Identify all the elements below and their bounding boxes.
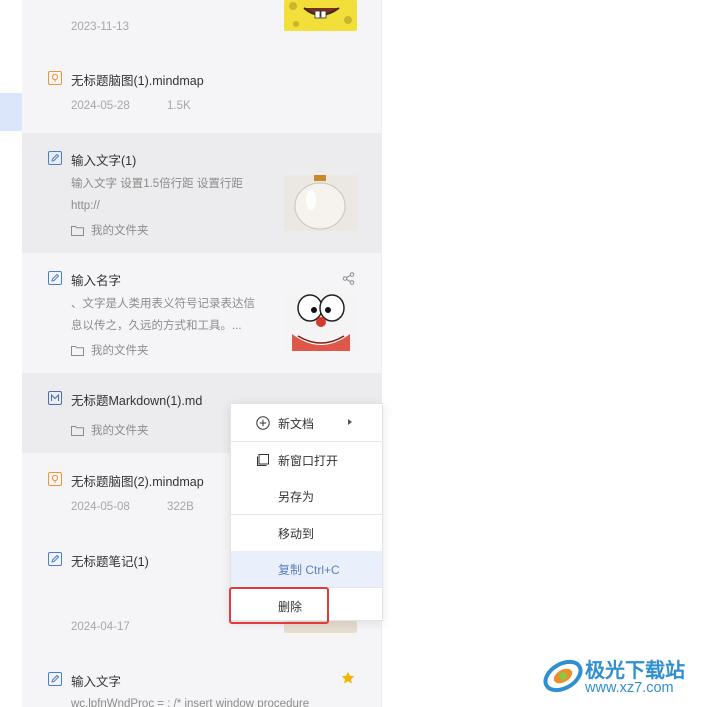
item-size: 1.5K <box>167 100 191 112</box>
menu-item-label: 新文档 <box>278 416 315 431</box>
folder-icon <box>71 345 84 356</box>
menu-item-new-document[interactable]: 新文档 <box>231 405 382 441</box>
markdown-icon <box>48 391 62 405</box>
plus-circle-icon <box>256 416 270 430</box>
thumbnail-spongebob <box>284 0 357 31</box>
app-window: 2023-11-13 无标题脑图(1).mindmap 2024-05-28 1… <box>0 0 701 707</box>
list-item[interactable]: 2023-11-13 <box>22 0 381 52</box>
thumbnail-bottle <box>284 175 357 231</box>
item-title: 无标题Markdown(1).md <box>71 394 203 408</box>
item-snippet: 输入文字 设置1.5倍行距 设置行距 http:// <box>71 178 243 212</box>
item-date: 2024-05-08 <box>71 501 130 513</box>
item-title: 输入文字 <box>71 675 122 689</box>
watermark-url: www.xz7.com <box>585 680 674 696</box>
item-date: 2024-05-28 <box>71 100 130 112</box>
item-title: 无标题脑图(2).mindmap <box>71 475 204 489</box>
menu-item-copy[interactable]: 复制 Ctrl+C <box>231 551 382 587</box>
folder-label: 我的文件夹 <box>91 225 149 237</box>
list-item[interactable]: 输入文字(1) 输入文字 设置1.5倍行距 设置行距 http:// 我的文件夹 <box>22 133 381 253</box>
thumbnail-doraemon <box>284 294 357 351</box>
folder-icon <box>71 425 84 436</box>
item-size: 322B <box>167 501 194 513</box>
menu-item-open-new-window[interactable]: 新窗口打开 <box>231 442 382 478</box>
list-item[interactable]: 无标题脑图(1).mindmap 2024-05-28 1.5K <box>22 52 381 133</box>
note-icon <box>48 672 62 686</box>
submenu-arrow-icon <box>348 419 352 425</box>
item-date: 2024-04-17 <box>71 621 130 633</box>
star-icon[interactable] <box>341 671 355 685</box>
list-item[interactable]: 输入文字 wc.lpfnWndProc = ; /* insert window… <box>22 653 381 707</box>
item-date: 2023-11-13 <box>71 21 129 33</box>
list-item[interactable]: 输入名字 、文字是人类用表义符号记录表达信息以传之，久远的方式和工具。... 我… <box>22 253 381 373</box>
menu-item-label: 复制 Ctrl+C <box>278 562 340 577</box>
folder-label: 我的文件夹 <box>91 425 149 437</box>
mindmap-icon <box>48 71 62 85</box>
mindmap-icon <box>48 472 62 486</box>
item-snippet: wc.lpfnWndProc = ; /* insert window proc… <box>71 698 310 707</box>
watermark: 极光下载站 www.xz7.com <box>542 652 692 702</box>
item-folder: 我的文件夹 <box>71 222 149 238</box>
note-icon <box>48 151 62 165</box>
item-title: 无标题笔记(1) <box>71 555 149 569</box>
note-icon <box>48 271 62 285</box>
folder-icon <box>71 225 84 236</box>
menu-item-label: 新窗口打开 <box>278 453 339 468</box>
watermark-title: 极光下载站 <box>585 658 685 682</box>
sidebar-active-item[interactable] <box>0 93 22 131</box>
annotation-highlight-box <box>229 587 329 624</box>
menu-item-label: 另存为 <box>278 489 315 504</box>
menu-item-move-to[interactable]: 移动到 <box>231 515 382 551</box>
item-title: 输入文字(1) <box>71 154 137 168</box>
item-folder: 我的文件夹 <box>71 422 149 438</box>
item-title: 输入名字 <box>71 274 122 288</box>
folder-label: 我的文件夹 <box>91 345 149 357</box>
new-window-icon <box>257 454 269 466</box>
share-icon[interactable] <box>342 272 355 285</box>
menu-item-save-as[interactable]: 另存为 <box>231 478 382 514</box>
item-title: 无标题脑图(1).mindmap <box>71 74 204 88</box>
watermark-logo-icon <box>543 659 583 693</box>
item-snippet: 、文字是人类用表义符号记录表达信息以传之，久远的方式和工具。... <box>71 298 255 332</box>
item-folder: 我的文件夹 <box>71 342 149 358</box>
note-icon <box>48 552 62 566</box>
menu-item-label: 移动到 <box>278 526 315 541</box>
